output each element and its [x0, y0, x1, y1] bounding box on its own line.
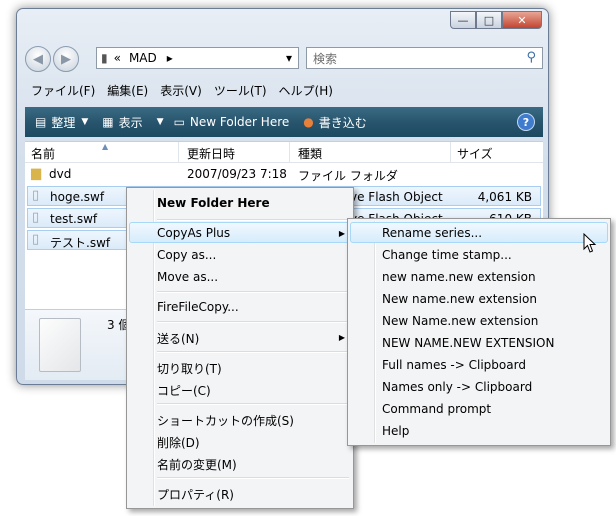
row-name: dvd: [49, 167, 72, 181]
submenu-item-lowercase[interactable]: new name.new extension: [382, 270, 536, 284]
menu-separator: [157, 403, 349, 405]
menu-file[interactable]: ファイル(F): [25, 81, 101, 101]
maximize-button[interactable]: □: [476, 11, 502, 29]
menu-separator: [157, 351, 349, 353]
address-separator: «: [113, 51, 121, 65]
organize-label: 整理: [51, 115, 76, 130]
copyas-plus-submenu: Rename series... Change time stamp... ne…: [347, 218, 611, 446]
minimize-button[interactable]: —: [450, 11, 476, 29]
menu-tools[interactable]: ツール(T): [208, 81, 273, 101]
menu-separator: [157, 477, 349, 479]
submenu-item-uppercase[interactable]: NEW NAME.NEW EXTENSION: [382, 336, 554, 350]
close-button[interactable]: ✕: [502, 11, 542, 29]
column-separator: [450, 142, 451, 162]
column-separator: [289, 142, 290, 162]
menu-item-properties[interactable]: プロパティ(R): [157, 486, 234, 503]
forward-button[interactable]: ▶: [53, 46, 79, 72]
row-name: テスト.swf: [50, 236, 111, 250]
submenu-item-title-case[interactable]: New Name.new extension: [382, 314, 538, 328]
nav-buttons: ◀ ▶: [25, 46, 81, 72]
chevron-down-icon: ▼: [156, 117, 164, 127]
menu-item-move-as[interactable]: Move as...: [157, 270, 218, 284]
column-separator: [178, 142, 179, 162]
submenu-item-help[interactable]: Help: [382, 424, 409, 438]
views-button[interactable]: ▦ 表示 ▼: [102, 114, 163, 131]
views-icon: ▦: [102, 115, 114, 129]
column-name[interactable]: 名前: [31, 145, 55, 162]
new-folder-here-button[interactable]: ▭ New Folder Here: [174, 115, 290, 129]
menu-item-copyas-plus[interactable]: CopyAs Plus: [157, 226, 230, 240]
submenu-arrow-icon: ▶: [338, 229, 345, 238]
mouse-cursor-icon: [583, 233, 597, 253]
back-arrow-icon: ◀: [33, 51, 43, 67]
row-size: 4,061 KB: [477, 190, 532, 204]
search-input[interactable]: 検索: [313, 50, 337, 67]
menu-separator: [157, 291, 349, 293]
menu-item-delete[interactable]: 削除(D): [157, 434, 200, 451]
column-modified[interactable]: 更新日時: [187, 145, 235, 162]
address-bar[interactable]: ▮ « MAD ▸ ▾: [96, 47, 299, 69]
command-toolbar: ▤ 整理 ▼ ▦ 表示 ▼ ▭ New Folder Here ● 書き込む ?: [25, 107, 543, 137]
submenu-item-capitalize[interactable]: New name.new extension: [382, 292, 537, 306]
menu-edit[interactable]: 編集(E): [101, 81, 154, 101]
column-header: 名前 ▲ 更新日時 種類 サイズ: [25, 142, 543, 163]
organize-button[interactable]: ▤ 整理 ▼: [35, 114, 88, 131]
address-path[interactable]: MAD: [129, 51, 157, 65]
menu-item-cut[interactable]: 切り取り(T): [157, 360, 222, 377]
file-icon: ▯: [32, 210, 40, 225]
burn-disc-icon: ●: [303, 115, 314, 129]
submenu-item-names-only-clipboard[interactable]: Names only -> Clipboard: [382, 380, 532, 394]
views-label: 表示: [118, 115, 143, 130]
row-name: test.swf: [50, 212, 98, 226]
caption-buttons: — □ ✕: [450, 11, 542, 29]
file-icon: ▯: [32, 188, 40, 203]
new-folder-here-label: New Folder Here: [189, 115, 290, 129]
window-icon: ▭: [173, 115, 185, 129]
menu-bar: ファイル(F) 編集(E) 表示(V) ツール(T) ヘルプ(H): [25, 81, 543, 101]
submenu-arrow-icon: ▶: [338, 333, 345, 342]
column-type[interactable]: 種類: [298, 145, 322, 162]
help-icon[interactable]: ?: [517, 113, 535, 131]
row-name: hoge.swf: [50, 190, 105, 204]
burn-label: 書き込む: [318, 115, 367, 130]
menu-gutter: [374, 221, 376, 443]
document-icon: [39, 318, 81, 372]
chevron-down-icon: ▼: [81, 117, 89, 127]
row-modified: 2007/09/23 7:18: [187, 167, 287, 181]
menu-item-rename[interactable]: 名前の変更(M): [157, 456, 237, 473]
menu-help[interactable]: ヘルプ(H): [273, 81, 339, 101]
context-menu: New Folder Here CopyAs Plus ▶ Copy as...…: [126, 187, 354, 509]
sort-arrow-icon: ▲: [102, 142, 109, 151]
organize-icon: ▤: [35, 115, 47, 129]
row-type: ファイル フォルダ: [298, 169, 398, 183]
folder-icon: ▆: [31, 166, 41, 181]
submenu-item-rename-series[interactable]: Rename series...: [382, 226, 482, 240]
menu-item-new-folder-here[interactable]: New Folder Here: [157, 196, 270, 210]
menu-view[interactable]: 表示(V): [154, 81, 208, 101]
file-icon: ▯: [32, 232, 40, 247]
submenu-item-full-names-clipboard[interactable]: Full names -> Clipboard: [382, 358, 526, 372]
burn-button[interactable]: ● 書き込む: [303, 114, 367, 131]
menu-item-copy-as[interactable]: Copy as...: [157, 248, 216, 262]
submenu-item-command-prompt[interactable]: Command prompt: [382, 402, 491, 416]
menu-item-copy[interactable]: コピー(C): [157, 382, 211, 399]
menu-separator: [157, 219, 349, 221]
menu-item-create-shortcut[interactable]: ショートカットの作成(S): [157, 412, 294, 429]
menu-separator: [157, 321, 349, 323]
menu-item-send-to[interactable]: 送る(N): [157, 330, 199, 347]
address-dropdown-icon[interactable]: ▾: [286, 51, 292, 65]
search-icon[interactable]: ⚲: [526, 50, 536, 65]
column-size[interactable]: サイズ: [457, 145, 493, 162]
submenu-item-change-time-stamp[interactable]: Change time stamp...: [382, 248, 512, 262]
table-row[interactable]: ▆ dvd 2007/09/23 7:18 ファイル フォルダ: [27, 164, 541, 184]
address-chevron-icon[interactable]: ▸: [167, 51, 173, 65]
row-type: ve Flash Object: [350, 190, 443, 204]
back-button[interactable]: ◀: [25, 46, 51, 72]
search-box[interactable]: 検索 ⚲: [306, 47, 543, 69]
forward-arrow-icon: ▶: [61, 51, 71, 67]
menu-item-firefilecopy[interactable]: FireFileCopy...: [157, 300, 239, 314]
folder-icon: ▮: [101, 51, 108, 65]
